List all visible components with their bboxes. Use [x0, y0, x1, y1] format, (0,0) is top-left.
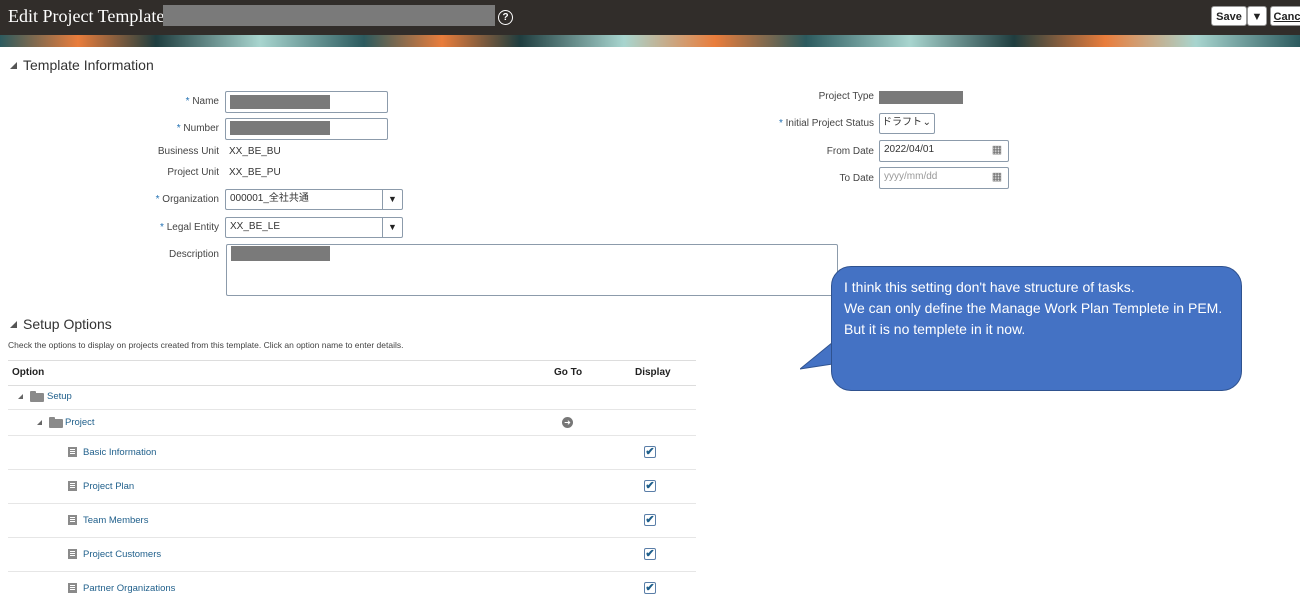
go-to-icon[interactable]: ➜	[562, 417, 573, 428]
table-row: Partner Organizations ✔	[8, 572, 696, 601]
display-checkbox[interactable]: ✔	[644, 480, 656, 492]
section-title: Setup Options	[23, 316, 112, 332]
from-date-label: From Date	[826, 146, 874, 157]
redacted-name-value	[230, 95, 330, 109]
decorative-banner	[0, 35, 1300, 47]
display-checkbox[interactable]: ✔	[644, 548, 656, 560]
to-date-placeholder: yyyy/mm/dd	[884, 171, 938, 182]
redacted-project-type	[879, 91, 963, 104]
option-link-setup[interactable]: Setup	[47, 391, 72, 402]
initial-status-select[interactable]: ドラフト ⌄	[879, 113, 935, 134]
chevron-down-icon: ▼	[1251, 11, 1263, 23]
display-checkbox[interactable]: ✔	[644, 582, 656, 594]
from-date-value: 2022/04/01	[884, 144, 935, 155]
callout-line-2: We can only define the Manage Work Plan …	[844, 300, 1223, 337]
option-link-basic-information[interactable]: Basic Information	[83, 447, 156, 458]
option-link-project-customers[interactable]: Project Customers	[83, 549, 161, 560]
collapse-icon[interactable]	[18, 394, 23, 399]
table-header: Option Go To Display	[8, 360, 696, 386]
table-row: Basic Information ✔	[8, 436, 696, 470]
organization-select[interactable]: 000001_全社共通 ▼	[225, 189, 403, 210]
collapse-icon	[10, 62, 17, 69]
legal-entity-label: * Legal Entity	[160, 222, 219, 233]
option-link-project-plan[interactable]: Project Plan	[83, 481, 134, 492]
page-title: Edit Project Template:	[8, 6, 170, 26]
to-date-label: To Date	[839, 173, 874, 184]
initial-status-value: ドラフト	[882, 117, 922, 128]
setup-options-description: Check the options to display on projects…	[8, 340, 404, 350]
from-date-field[interactable]: 2022/04/01 ▦	[879, 140, 1009, 162]
column-option: Option	[12, 367, 45, 378]
number-label: * Number	[176, 123, 219, 134]
document-icon	[68, 481, 77, 491]
organization-value: 000001_全社共通	[230, 193, 309, 204]
document-icon	[68, 515, 77, 525]
project-type-label: Project Type	[818, 91, 874, 102]
template-information-header[interactable]: Template Information	[10, 57, 154, 73]
document-icon	[68, 549, 77, 559]
calendar-icon[interactable]: ▦	[986, 141, 1008, 161]
option-link-project[interactable]: Project	[65, 417, 95, 428]
business-unit-label: Business Unit	[157, 146, 219, 157]
save-menu-button[interactable]: ▼	[1247, 6, 1267, 26]
save-button[interactable]: Save	[1211, 6, 1247, 26]
redacted-template-name	[163, 5, 495, 26]
table-row: Project Plan ✔	[8, 470, 696, 504]
legal-entity-value: XX_BE_LE	[230, 221, 281, 232]
column-goto: Go To	[554, 367, 583, 378]
legal-entity-select[interactable]: XX_BE_LE ▼	[225, 217, 403, 238]
cancel-button[interactable]: Canc	[1270, 6, 1300, 26]
column-display: Display	[635, 367, 671, 378]
redacted-description-value	[231, 246, 330, 261]
table-row: Team Members ✔	[8, 504, 696, 538]
chevron-down-icon[interactable]: ▼	[382, 218, 402, 237]
business-unit-value: XX_BE_BU	[229, 146, 281, 157]
to-date-field[interactable]: yyyy/mm/dd ▦	[879, 167, 1009, 189]
table-row: Setup	[8, 384, 696, 410]
collapse-icon	[10, 321, 17, 328]
option-link-partner-organizations[interactable]: Partner Organizations	[83, 583, 175, 594]
display-checkbox[interactable]: ✔	[644, 514, 656, 526]
page-header: Edit Project Template: ? Save ▼ Canc	[0, 0, 1300, 35]
redacted-number-value	[230, 121, 330, 135]
table-row: Project ➜	[8, 410, 696, 436]
project-unit-value: XX_BE_PU	[229, 167, 281, 178]
initial-status-label: * Initial Project Status	[778, 118, 874, 129]
name-label: * Name	[185, 96, 219, 107]
calendar-icon[interactable]: ▦	[986, 168, 1008, 188]
document-icon	[68, 447, 77, 457]
collapse-icon[interactable]	[37, 420, 42, 425]
annotation-callout: I think this setting don't have structur…	[831, 266, 1242, 391]
help-icon[interactable]: ?	[498, 10, 513, 25]
callout-line-1: I think this setting don't have structur…	[844, 279, 1135, 295]
display-checkbox[interactable]: ✔	[644, 446, 656, 458]
chevron-down-icon[interactable]: ▼	[382, 190, 402, 209]
project-unit-label: Project Unit	[167, 167, 219, 178]
document-icon	[68, 583, 77, 593]
table-row: Project Customers ✔	[8, 538, 696, 572]
organization-label: * Organization	[155, 194, 219, 205]
folder-icon	[49, 417, 63, 428]
setup-options-header[interactable]: Setup Options	[10, 316, 112, 332]
chevron-down-icon: ⌄	[922, 117, 931, 128]
description-label: Description	[168, 249, 219, 260]
folder-icon	[30, 391, 44, 402]
section-title: Template Information	[23, 57, 154, 73]
option-link-team-members[interactable]: Team Members	[83, 515, 148, 526]
